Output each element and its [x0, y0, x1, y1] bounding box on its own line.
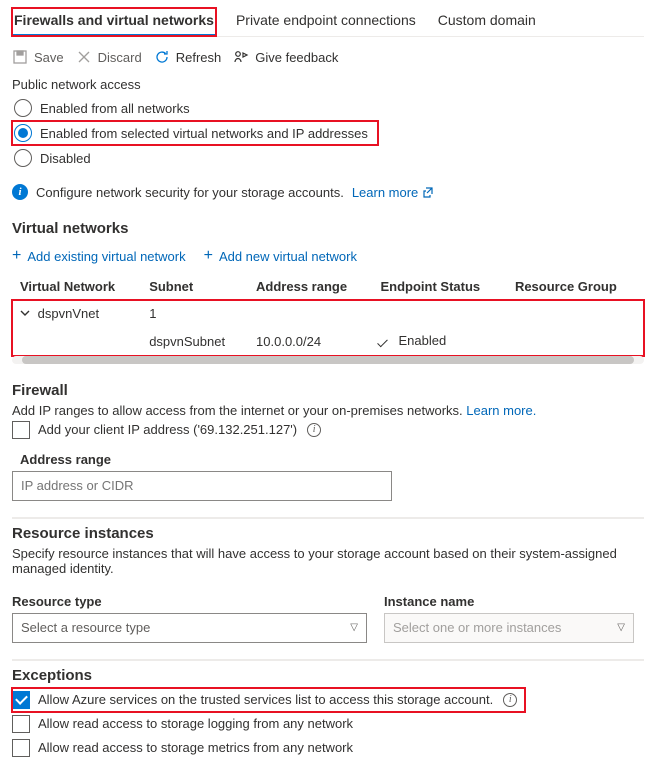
- exception-logging-row[interactable]: Allow read access to storage logging fro…: [12, 712, 644, 736]
- col-vnet: Virtual Network: [12, 273, 141, 300]
- refresh-button[interactable]: Refresh: [154, 49, 222, 65]
- horizontal-scrollbar[interactable]: [12, 356, 644, 364]
- feedback-label: Give feedback: [255, 50, 338, 65]
- checkbox-icon: [12, 421, 30, 439]
- exception-trusted-label: Allow Azure services on the trusted serv…: [38, 692, 493, 707]
- tab-firewalls[interactable]: Firewalls and virtual networks: [12, 8, 216, 36]
- checkbox-icon: [12, 691, 30, 709]
- radio-icon: [14, 99, 32, 117]
- feedback-icon: [233, 49, 249, 65]
- add-existing-label: Add existing virtual network: [27, 249, 185, 264]
- discard-icon: [76, 49, 92, 65]
- tab-bar: Firewalls and virtual networks Private e…: [12, 8, 644, 37]
- info-banner: i Configure network security for your st…: [12, 180, 644, 206]
- instances-desc: Specify resource instances that will hav…: [12, 546, 644, 576]
- info-tooltip-icon[interactable]: i: [503, 693, 517, 707]
- refresh-label: Refresh: [176, 50, 222, 65]
- section-divider: [12, 659, 644, 661]
- radio-selected-networks[interactable]: Enabled from selected virtual networks a…: [12, 121, 378, 145]
- vnet-name: dspvnVnet: [38, 306, 99, 321]
- discard-label: Discard: [98, 50, 142, 65]
- save-icon: [12, 49, 28, 65]
- action-toolbar: Save Discard Refresh Give feedback: [12, 43, 644, 77]
- radio-disabled[interactable]: Disabled: [12, 146, 644, 170]
- radio-all-label: Enabled from all networks: [40, 101, 190, 116]
- subnet-range: 10.0.0.0/24: [248, 327, 372, 356]
- external-link-icon: [422, 186, 434, 198]
- chevron-down-icon: ▽: [617, 622, 625, 633]
- subnet-name: dspvnSubnet: [141, 327, 248, 356]
- plus-icon: +: [204, 247, 213, 265]
- checkbox-icon: [12, 739, 30, 757]
- instance-name-placeholder: Select one or more instances: [393, 620, 561, 635]
- radio-all-networks[interactable]: Enabled from all networks: [12, 96, 644, 120]
- vnets-title: Virtual networks: [12, 220, 644, 237]
- add-client-ip-row[interactable]: Add your client IP address ('69.132.251.…: [12, 418, 644, 442]
- save-label: Save: [34, 50, 64, 65]
- refresh-icon: [154, 49, 170, 65]
- save-button[interactable]: Save: [12, 49, 64, 65]
- resource-type-placeholder: Select a resource type: [21, 620, 150, 635]
- instance-name-label: Instance name: [384, 594, 644, 609]
- endpoint-status: Enabled: [380, 333, 446, 348]
- section-divider: [12, 517, 644, 519]
- plus-icon: +: [12, 247, 21, 265]
- subnet-count: 1: [141, 300, 248, 327]
- exception-metrics-row[interactable]: Allow read access to storage metrics fro…: [12, 736, 644, 760]
- public-access-title: Public network access: [12, 77, 644, 92]
- add-new-vnet-button[interactable]: + Add new virtual network: [204, 247, 357, 265]
- firewall-learn-more-link[interactable]: Learn more.: [466, 403, 536, 418]
- resource-type-label: Resource type: [12, 594, 372, 609]
- resource-type-select[interactable]: Select a resource type ▽: [12, 613, 367, 643]
- firewall-title: Firewall: [12, 382, 644, 399]
- table-row[interactable]: dspvnSubnet 10.0.0.0/24 Enabled: [12, 327, 644, 356]
- exception-trusted-row[interactable]: Allow Azure services on the trusted serv…: [12, 688, 525, 712]
- discard-button[interactable]: Discard: [76, 49, 142, 65]
- info-icon: i: [12, 184, 28, 200]
- col-rg: Resource Group: [507, 273, 644, 300]
- col-range: Address range: [248, 273, 372, 300]
- exception-logging-label: Allow read access to storage logging fro…: [38, 716, 353, 731]
- radio-disabled-label: Disabled: [40, 151, 91, 166]
- vnet-rows-highlight: dspvnVnet 1 dspvnSubnet 10.0.0.0/24 Enab…: [12, 300, 644, 356]
- learn-more-label: Learn more: [352, 185, 418, 200]
- instances-title: Resource instances: [12, 525, 644, 542]
- firewall-desc: Add IP ranges to allow access from the i…: [12, 403, 644, 418]
- check-icon: [380, 335, 392, 347]
- col-status: Endpoint Status: [372, 273, 506, 300]
- exceptions-title: Exceptions: [12, 667, 644, 684]
- learn-more-link[interactable]: Learn more: [352, 185, 434, 200]
- add-existing-vnet-button[interactable]: + Add existing virtual network: [12, 247, 186, 265]
- radio-selected-label: Enabled from selected virtual networks a…: [40, 126, 368, 141]
- add-new-label: Add new virtual network: [219, 249, 357, 264]
- radio-icon: [14, 149, 32, 167]
- table-row[interactable]: dspvnVnet 1: [12, 300, 644, 327]
- tab-private-endpoints[interactable]: Private endpoint connections: [234, 8, 418, 36]
- tab-custom-domain[interactable]: Custom domain: [436, 8, 538, 36]
- firewall-desc-text: Add IP ranges to allow access from the i…: [12, 403, 463, 418]
- col-subnet: Subnet: [141, 273, 248, 300]
- info-tooltip-icon[interactable]: i: [307, 423, 321, 437]
- address-range-label: Address range: [20, 452, 644, 467]
- address-range-input[interactable]: [12, 471, 392, 501]
- chevron-down-icon[interactable]: [20, 306, 30, 321]
- radio-icon: [14, 124, 32, 142]
- scrollbar-thumb[interactable]: [22, 356, 634, 364]
- feedback-button[interactable]: Give feedback: [233, 49, 338, 65]
- chevron-down-icon: ▽: [350, 622, 358, 633]
- add-client-ip-label: Add your client IP address ('69.132.251.…: [38, 422, 297, 437]
- checkbox-icon: [12, 715, 30, 733]
- vnet-add-row: + Add existing virtual network + Add new…: [12, 241, 644, 273]
- vnet-table: Virtual Network Subnet Address range End…: [12, 273, 644, 356]
- public-access-group: Enabled from all networks Enabled from s…: [12, 96, 644, 170]
- status-label: Enabled: [398, 333, 446, 348]
- instance-name-select[interactable]: Select one or more instances ▽: [384, 613, 634, 643]
- info-text: Configure network security for your stor…: [36, 185, 344, 200]
